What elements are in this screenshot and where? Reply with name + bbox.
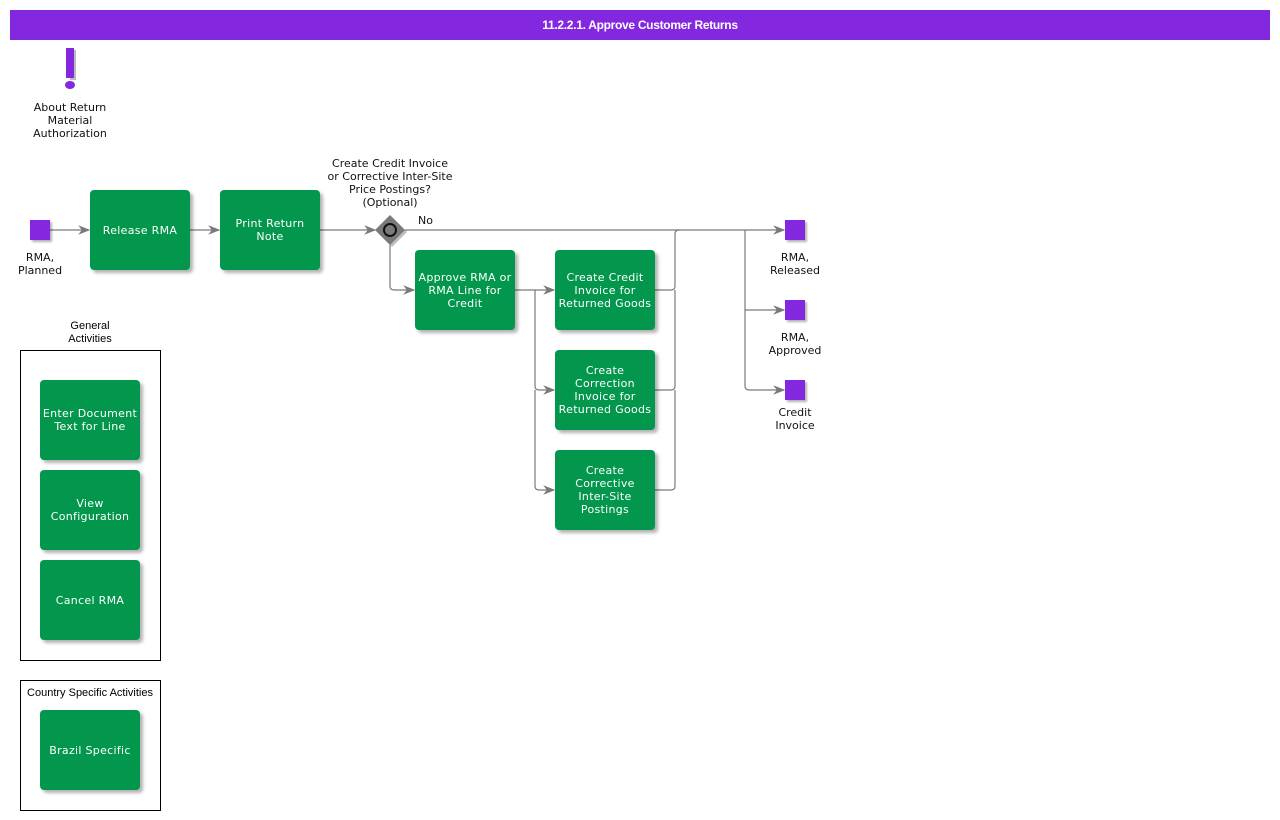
end-event-rma-approved[interactable] bbox=[785, 300, 805, 320]
end-event-credit-invoice[interactable] bbox=[785, 380, 805, 400]
activity-enter-document-text[interactable]: Enter Document Text for Line bbox=[40, 380, 140, 460]
flow-approve-corrective bbox=[534, 390, 556, 495]
exclamation-icon[interactable] bbox=[60, 48, 80, 96]
gateway-diamond-icon[interactable] bbox=[374, 214, 408, 248]
activity-brazil-specific[interactable]: Brazil Specific bbox=[40, 710, 140, 790]
flow-gateway-approve bbox=[389, 245, 416, 295]
flow-credit-merge bbox=[655, 229, 680, 291]
start-event-label: RMA, Planned bbox=[17, 251, 63, 277]
country-activities-title: Country Specific Activities bbox=[27, 687, 153, 699]
end-event-credit-invoice-label: Credit Invoice bbox=[775, 406, 815, 432]
activity-create-corrective-postings[interactable]: Create Corrective Inter-Site Postings bbox=[555, 450, 655, 530]
end-event-approved-label: RMA, Approved bbox=[768, 331, 822, 357]
flow-approve-correction bbox=[534, 290, 556, 395]
activity-print-return-note[interactable]: Print Return Note bbox=[220, 190, 320, 270]
activity-release-rma[interactable]: Release RMA bbox=[90, 190, 190, 270]
start-event-rma-planned[interactable] bbox=[30, 220, 50, 240]
gateway-no-label: No bbox=[418, 214, 433, 227]
flow-correction-merge bbox=[655, 290, 676, 391]
activity-cancel-rma[interactable]: Cancel RMA bbox=[40, 560, 140, 640]
activity-approve-rma[interactable]: Approve RMA or RMA Line for Credit bbox=[415, 250, 515, 330]
activity-create-correction-invoice[interactable]: Create Correction Invoice for Returned G… bbox=[555, 350, 655, 430]
info-label: About Return Material Authorization bbox=[33, 101, 107, 140]
end-event-released-label: RMA, Released bbox=[770, 251, 820, 277]
flow-corrective-merge bbox=[655, 390, 676, 491]
general-activities-title: General Activities bbox=[68, 320, 112, 345]
gateway-question: Create Credit Invoice or Corrective Inte… bbox=[327, 157, 453, 209]
activity-view-configuration[interactable]: View Configuration bbox=[40, 470, 140, 550]
activity-create-credit-invoice[interactable]: Create Credit Invoice for Returned Goods bbox=[555, 250, 655, 330]
end-event-rma-released[interactable] bbox=[785, 220, 805, 240]
